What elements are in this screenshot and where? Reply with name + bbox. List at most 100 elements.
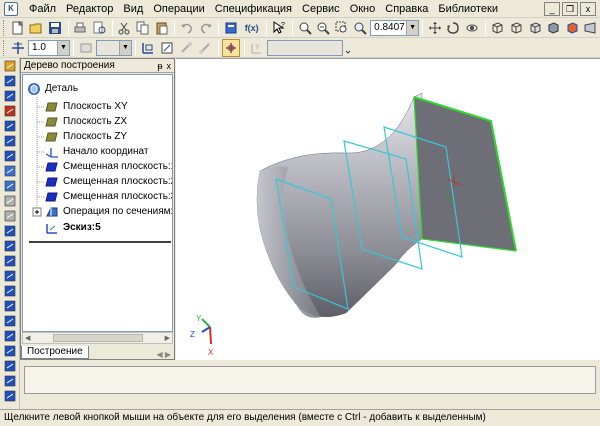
layer-icon[interactable] xyxy=(77,39,95,57)
pin-icon[interactable]: ᵽ xyxy=(157,61,162,71)
save-icon[interactable] xyxy=(46,19,64,37)
model-tree[interactable]: Деталь Плоскость XY Плоскость ZX Плоскос… xyxy=(22,74,173,332)
tree-item-offset-plane-2[interactable]: Смещенная плоскость:2 xyxy=(45,174,172,189)
local-cs-icon[interactable] xyxy=(139,39,157,57)
tree-item-plane-zy[interactable]: Плоскость ZY xyxy=(45,129,127,144)
layer-select[interactable]: ▼ xyxy=(96,39,132,56)
properties-icon[interactable] xyxy=(222,19,240,37)
menu-help[interactable]: Справка xyxy=(380,0,433,18)
orbit-icon[interactable] xyxy=(463,19,481,37)
scroll-right-icon[interactable]: ▶ xyxy=(165,334,170,342)
chevron-down-icon[interactable]: ▼ xyxy=(119,40,131,55)
scroll-thumb[interactable] xyxy=(52,334,143,342)
menu-editor[interactable]: Редактор xyxy=(61,0,118,18)
tree-item-loft-operation[interactable]: Операция по сечениям:1 xyxy=(45,204,172,219)
edit-model-icon[interactable] xyxy=(2,269,18,283)
select-icon[interactable] xyxy=(2,149,18,163)
menu-libraries[interactable]: Библиотеки xyxy=(433,0,503,18)
minimize-button[interactable]: _ xyxy=(544,2,560,16)
hidden-lines-icon[interactable] xyxy=(507,19,525,37)
scroll-left-icon[interactable]: ◀ xyxy=(25,334,30,342)
tree-item-sketch-5[interactable]: Эскиз:5 xyxy=(45,220,101,235)
shaded-edges-icon[interactable] xyxy=(563,19,581,37)
zoom-scale-icon[interactable] xyxy=(352,19,370,37)
help-pointer-icon[interactable]: ? xyxy=(270,19,288,37)
zoom-frame-icon[interactable] xyxy=(333,19,351,37)
sweep-icon[interactable] xyxy=(2,359,18,373)
spec-icon[interactable] xyxy=(2,164,18,178)
menu-view[interactable]: Вид xyxy=(118,0,148,18)
geometry-icon[interactable] xyxy=(2,59,18,73)
print-icon[interactable] xyxy=(72,19,90,37)
tree-item-plane-zx[interactable]: Плоскость ZX xyxy=(45,114,127,129)
zoom-level-input[interactable]: 0.8407 ▼ xyxy=(370,19,420,36)
toolbar-grip[interactable] xyxy=(3,19,6,36)
variables-icon[interactable]: f(x) xyxy=(241,19,262,37)
measure-icon[interactable] xyxy=(2,134,18,148)
new-file-icon[interactable] xyxy=(9,19,27,37)
snap-icon[interactable] xyxy=(196,39,214,57)
coordinates-icon[interactable]: Y xyxy=(248,39,266,57)
open-folder-icon[interactable] xyxy=(28,19,46,37)
extrude-icon[interactable] xyxy=(2,314,18,328)
chevron-down-icon[interactable]: ▼ xyxy=(406,20,419,35)
snaps-active-icon[interactable] xyxy=(222,38,240,57)
copy-icon[interactable] xyxy=(134,19,152,37)
cut-icon[interactable] xyxy=(116,19,134,37)
revolve-icon[interactable] xyxy=(2,329,18,343)
aux-geometry-icon[interactable] xyxy=(2,254,18,268)
preview-icon[interactable] xyxy=(90,19,108,37)
tree-item-offset-plane-1[interactable]: Смещенная плоскость:1 xyxy=(45,159,172,174)
menu-window[interactable]: Окно xyxy=(345,0,381,18)
pan-icon[interactable] xyxy=(426,19,444,37)
arrays-icon[interactable] xyxy=(2,239,18,253)
blank-1-icon[interactable] xyxy=(2,194,18,208)
sketch-mode-icon[interactable] xyxy=(158,39,176,57)
app-icon[interactable]: K xyxy=(4,1,18,16)
model-view[interactable]: Y Z X xyxy=(176,59,600,361)
close-icon[interactable]: x xyxy=(167,61,172,71)
tree-horizontal-scrollbar[interactable]: ◀ ▶ xyxy=(22,332,173,344)
close-button[interactable]: x xyxy=(580,2,596,16)
undo-icon[interactable] xyxy=(178,19,196,37)
menu-operations[interactable]: Операции xyxy=(148,0,209,18)
designations-icon[interactable] xyxy=(2,89,18,103)
thin-lines-icon[interactable] xyxy=(526,19,544,37)
menu-specification[interactable]: Спецификация xyxy=(210,0,297,18)
tab-navigation-icon[interactable]: ◀ ▶ xyxy=(156,350,174,359)
wireframe-view-icon[interactable] xyxy=(489,19,507,37)
perspective-icon[interactable] xyxy=(581,19,599,37)
step-input[interactable]: 1.0 ▼ xyxy=(28,39,70,56)
diagnostics-icon[interactable] xyxy=(2,299,18,313)
model-viewport[interactable]: Y Z X xyxy=(176,58,600,360)
surfaces-icon[interactable] xyxy=(2,224,18,238)
tree-item-part[interactable]: Деталь xyxy=(27,81,78,96)
tree-item-origin[interactable]: Начало координат xyxy=(45,144,148,159)
paste-icon[interactable] xyxy=(153,19,171,37)
parametric-icon[interactable] xyxy=(177,39,195,57)
shaded-view-icon[interactable] xyxy=(544,19,562,37)
sheet-metal-icon[interactable] xyxy=(2,284,18,298)
chevron-down-icon[interactable]: ▼ xyxy=(57,40,69,55)
rib-icon[interactable] xyxy=(2,389,18,403)
library-icon[interactable] xyxy=(2,179,18,193)
zoom-out-icon[interactable] xyxy=(315,19,333,37)
loft-body[interactable] xyxy=(256,92,517,318)
redo-icon[interactable] xyxy=(197,19,215,37)
rotate-icon[interactable] xyxy=(445,19,463,37)
restore-button[interactable]: ❐ xyxy=(562,2,578,16)
properties-area[interactable] xyxy=(24,366,596,394)
shell-icon[interactable] xyxy=(2,374,18,388)
zoom-in-icon[interactable] xyxy=(296,19,314,37)
more-icon[interactable] xyxy=(343,39,353,57)
tree-item-plane-xy[interactable]: Плоскость XY xyxy=(45,99,128,114)
menu-service[interactable]: Сервис xyxy=(297,0,345,18)
loft-tool-icon[interactable] xyxy=(2,344,18,358)
edit-icon[interactable] xyxy=(2,119,18,133)
tree-item-offset-plane-3[interactable]: Смещенная плоскость:3 xyxy=(45,189,172,204)
parametrization-icon[interactable] xyxy=(2,104,18,118)
toolbar-grip[interactable] xyxy=(3,39,6,56)
grid-step-icon[interactable] xyxy=(9,39,27,57)
menu-file[interactable]: Файл xyxy=(24,0,61,18)
dimensions-icon[interactable] xyxy=(2,74,18,88)
